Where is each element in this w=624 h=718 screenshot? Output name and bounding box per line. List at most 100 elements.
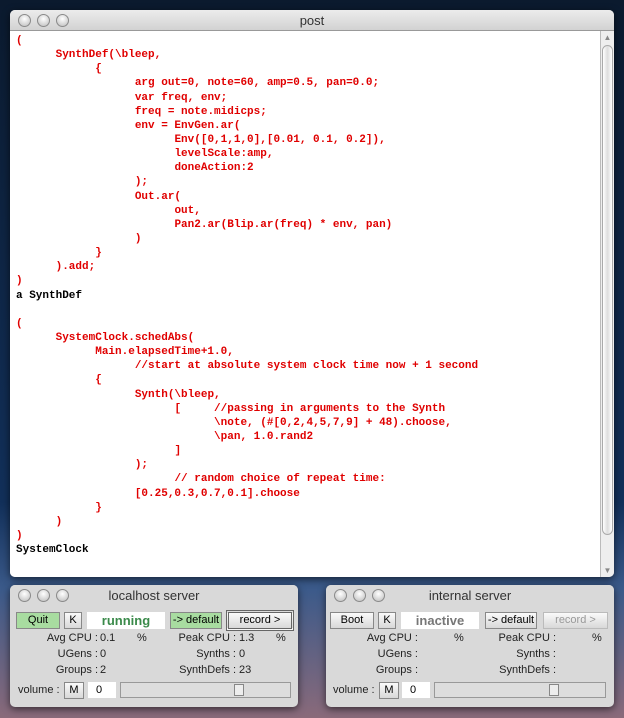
code-line: ( [16, 317, 23, 330]
mute-button[interactable]: M [64, 682, 84, 699]
code-line: { [16, 63, 102, 76]
avg-cpu-label: Avg CPU : [366, 632, 418, 644]
server-status: running [87, 612, 165, 629]
window-title: internal server [428, 588, 512, 603]
synthdefs-value: 23 [239, 664, 252, 676]
code-line: ( [16, 35, 23, 47]
code-line: out, [16, 204, 201, 217]
code-line: arg out=0, note=60, amp=0.5, pan=0.0; [16, 77, 380, 90]
zoom-button[interactable] [56, 589, 69, 602]
code-line: ).add; [16, 261, 96, 274]
scroll-up-icon[interactable]: ▲ [601, 33, 614, 42]
boot-button[interactable]: Boot [330, 612, 374, 629]
default-button[interactable]: -> default [485, 612, 537, 629]
zoom-button[interactable] [56, 14, 69, 27]
volume-input[interactable]: 0 [402, 682, 430, 698]
close-button[interactable] [18, 14, 31, 27]
peak-cpu-value: 1.3 [239, 632, 255, 644]
code-line: ) [16, 275, 23, 288]
server-status: inactive [401, 612, 479, 629]
slider-knob[interactable] [234, 684, 245, 696]
kill-button[interactable]: K [64, 612, 82, 629]
scroll-thumb[interactable] [602, 45, 613, 535]
volume-input[interactable]: 0 [88, 682, 116, 698]
code-line: SystemClock [16, 544, 89, 557]
window-title: localhost server [108, 588, 200, 603]
synthdefs-label: SynthDefs : [499, 664, 556, 676]
code-line: levelScale:amp, [16, 148, 274, 161]
ugens-label: UGens : [377, 648, 418, 660]
title-bar[interactable]: internal server [326, 585, 614, 606]
code-line: Main.elapsedTime+1.0, [16, 346, 234, 359]
minimize-button[interactable] [37, 589, 50, 602]
minimize-button[interactable] [353, 589, 366, 602]
volume-slider[interactable] [120, 682, 291, 698]
code-line: var freq, env; [16, 91, 228, 104]
groups-value: 2 [100, 664, 107, 676]
code-line: [0.25,0.3,0.7,0.1].choose [16, 487, 300, 500]
close-button[interactable] [18, 589, 31, 602]
groups-label: Groups : [375, 664, 418, 676]
code-line: Synth(\bleep, [16, 388, 221, 401]
code-line: freq = note.midicps; [16, 105, 267, 118]
record-button[interactable]: record > [226, 610, 294, 631]
avg-cpu-unit: % [137, 632, 147, 644]
code-line: } [16, 247, 102, 260]
code-line: SynthDef(\bleep, [16, 49, 162, 62]
code-line: Out.ar( [16, 190, 182, 203]
ugens-value: 0 [100, 648, 107, 660]
zoom-button[interactable] [372, 589, 385, 602]
code-line: ); [16, 176, 149, 189]
code-line: // random choice of repeat time: [16, 473, 386, 486]
title-bar[interactable]: localhost server [10, 585, 298, 606]
synths-label: Synths : [196, 648, 236, 660]
window-title: post [299, 13, 325, 28]
code-line: ) [16, 232, 142, 245]
code-line: env = EnvGen.ar( [16, 119, 241, 132]
minimize-button[interactable] [37, 14, 50, 27]
avg-cpu-unit: % [454, 632, 464, 644]
peak-cpu-unit: % [276, 632, 286, 644]
code-line: Pan2.ar(Blip.ar(freq) * env, pan) [16, 218, 393, 231]
title-bar[interactable]: post [10, 10, 614, 31]
groups-label: Groups : [55, 664, 98, 676]
volume-label: volume : [18, 684, 60, 696]
code-line: //start at absolute system clock time no… [16, 360, 479, 373]
code-line: \note, (#[0,2,4,5,7,9] + 48).choose, [16, 416, 452, 429]
avg-cpu-label: Avg CPU : [46, 632, 98, 644]
synths-value: 0 [239, 648, 246, 660]
kill-button[interactable]: K [378, 612, 396, 629]
code-line: } [16, 501, 102, 514]
mute-button[interactable]: M [379, 682, 399, 699]
code-line: ) [16, 515, 63, 528]
post-text-area[interactable]: ( SynthDef(\bleep, { arg out=0, note=60,… [10, 31, 600, 577]
record-button[interactable]: record > [543, 612, 608, 629]
peak-cpu-label: Peak CPU : [498, 632, 556, 644]
volume-slider[interactable] [434, 682, 606, 698]
slider-knob[interactable] [548, 684, 559, 696]
code-line: a SynthDef [16, 289, 83, 302]
code-line: ] [16, 445, 182, 458]
close-button[interactable] [334, 589, 347, 602]
code-line: Env([0,1,1,0],[0.01, 0.1, 0.2]), [16, 133, 386, 146]
synths-label: Synths : [516, 648, 556, 660]
ugens-label: UGens : [57, 648, 98, 660]
default-button[interactable]: -> default [170, 612, 222, 629]
avg-cpu-value: 0.1 [100, 632, 116, 644]
volume-label: volume : [333, 684, 375, 696]
vertical-scrollbar[interactable]: ▲ ▼ [600, 31, 614, 577]
code-line: doneAction:2 [16, 162, 254, 175]
quit-button[interactable]: Quit [16, 612, 60, 629]
internal-server-window: internal server Boot K inactive -> defau… [326, 585, 614, 707]
code-line: \pan, 1.0.rand2 [16, 430, 314, 443]
code-line: [ //passing in arguments to the Synth [16, 402, 446, 415]
code-line: ) [16, 529, 23, 542]
synthdefs-label: SynthDefs : [179, 664, 236, 676]
code-listing: ( SynthDef(\bleep, { arg out=0, note=60,… [16, 34, 600, 557]
scroll-down-icon[interactable]: ▼ [601, 566, 614, 575]
peak-cpu-label: Peak CPU : [178, 632, 236, 644]
code-line: ); [16, 459, 149, 472]
post-window: post ( SynthDef(\bleep, { arg out=0, not… [10, 10, 614, 577]
code-line: { [16, 374, 102, 387]
